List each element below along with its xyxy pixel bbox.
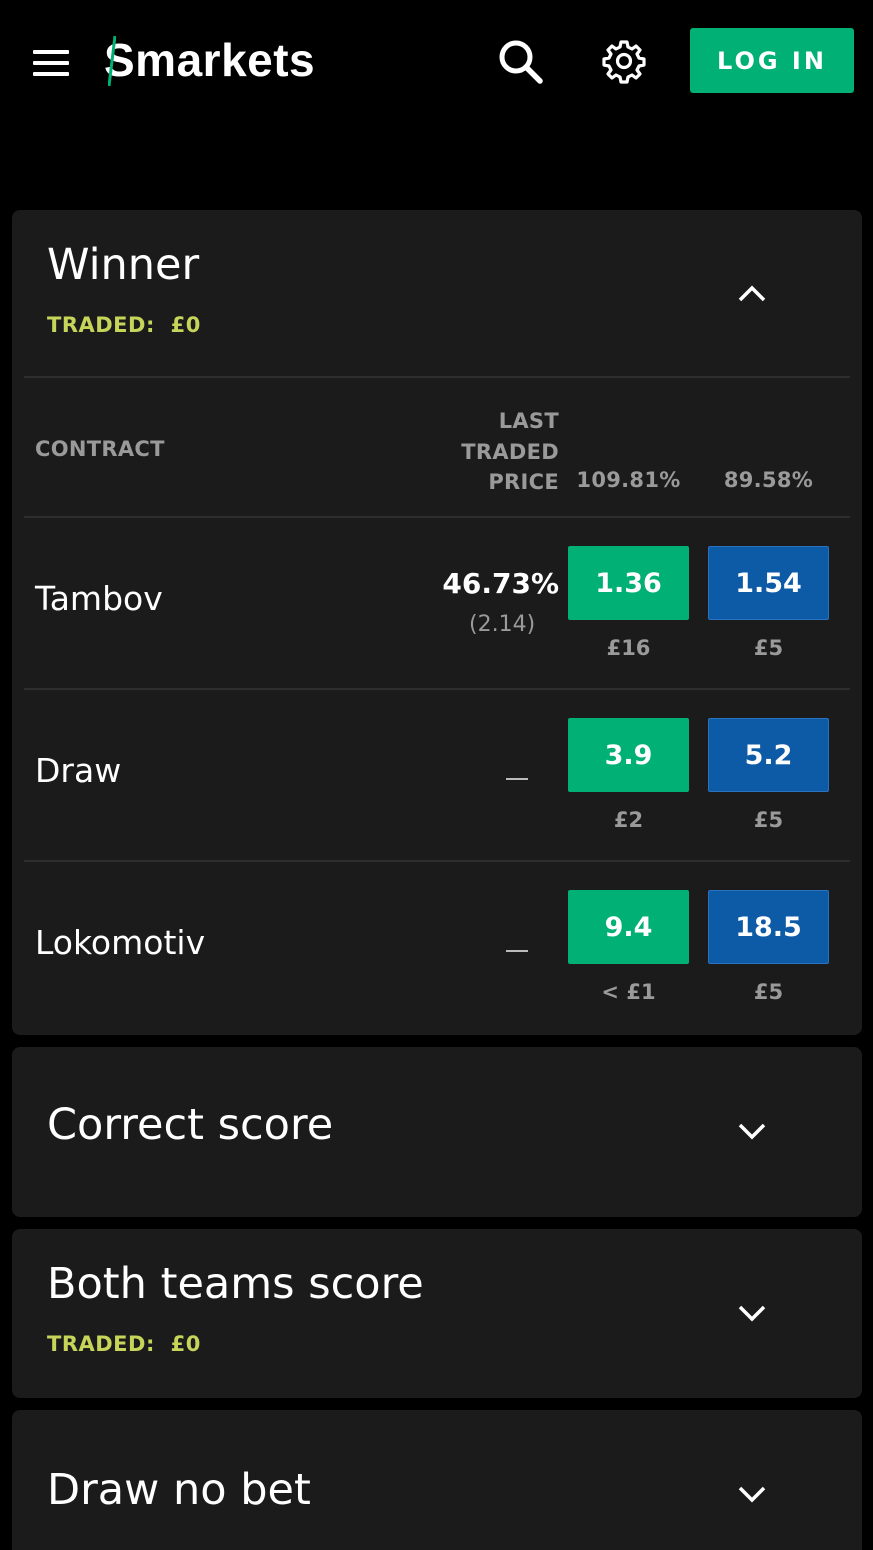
runner-name: Tambov [35, 579, 163, 618]
last-traded-price: 46.73% [442, 567, 559, 600]
lay-stake: £5 [753, 636, 784, 660]
back-odds-button[interactable]: 3.9 [568, 718, 689, 792]
no-price-dash [506, 778, 528, 780]
lay-stake: £5 [753, 980, 784, 1004]
lay-odds-button[interactable]: 1.54 [708, 546, 829, 620]
market-title: Both teams score [47, 1259, 424, 1309]
back-odds-button[interactable]: 9.4 [568, 890, 689, 964]
back-overround: 109.81% [576, 468, 681, 492]
chevron-up-icon[interactable] [737, 283, 767, 303]
back-stake: < £1 [601, 980, 656, 1004]
divider [24, 860, 850, 862]
runner-name: Draw [35, 751, 122, 790]
logo[interactable]: Smarkets [104, 32, 315, 88]
runner-name: Lokomotiv [35, 923, 206, 962]
market-title: Draw no bet [47, 1465, 311, 1515]
logo-accent [108, 35, 116, 87]
divider [24, 516, 850, 518]
traded-value: £0 [170, 313, 201, 337]
traded-amount: TRADED: £0 [47, 313, 201, 337]
back-stake: £2 [613, 808, 644, 832]
market-card-winner: Winner TRADED: £0 CONTRACT LAST TRADED P… [12, 210, 862, 1035]
market-title: Winner [47, 240, 200, 290]
market-title: Correct score [47, 1100, 334, 1150]
contract-header: CONTRACT [35, 437, 165, 461]
last-traded-decimal: (2.14) [469, 612, 536, 637]
top-bar: Smarkets LOG IN [0, 0, 873, 125]
back-stake: £16 [606, 636, 651, 660]
traded-label: TRADED: [47, 1332, 155, 1356]
lay-stake: £5 [753, 808, 784, 832]
lay-odds-button[interactable]: 18.5 [708, 890, 829, 964]
lay-overround: 89.58% [723, 468, 814, 492]
divider [24, 376, 850, 378]
market-card-both-teams-score[interactable]: Both teams score TRADED: £0 [12, 1229, 862, 1398]
traded-value: £0 [170, 1332, 201, 1356]
back-odds-button[interactable]: 1.36 [568, 546, 689, 620]
login-button[interactable]: LOG IN [690, 28, 854, 93]
traded-label: TRADED: [47, 313, 155, 337]
chevron-down-icon[interactable] [737, 1304, 767, 1324]
menu-icon[interactable] [33, 50, 69, 76]
chevron-down-icon[interactable] [737, 1485, 767, 1505]
no-price-dash [506, 950, 528, 952]
market-card-correct-score[interactable]: Correct score [12, 1047, 862, 1217]
search-icon[interactable] [497, 38, 545, 86]
lay-odds-button[interactable]: 5.2 [708, 718, 829, 792]
traded-amount: TRADED: £0 [47, 1332, 201, 1356]
divider [24, 688, 850, 690]
market-card-draw-no-bet[interactable]: Draw no bet [12, 1410, 862, 1550]
gear-icon[interactable] [601, 38, 647, 84]
ltp-header: LAST TRADED PRICE [461, 409, 559, 494]
chevron-down-icon[interactable] [737, 1122, 767, 1142]
